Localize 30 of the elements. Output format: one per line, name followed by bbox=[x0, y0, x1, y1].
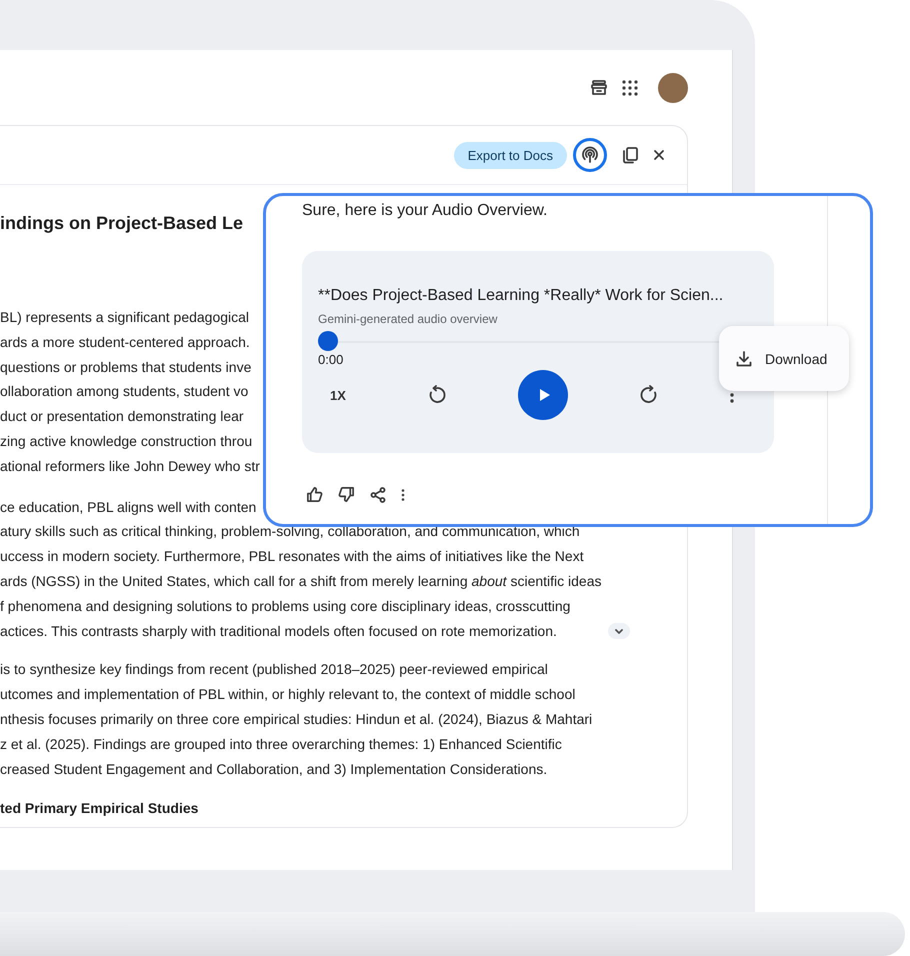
thumbs-up-icon[interactable] bbox=[306, 486, 323, 503]
document-title: indings on Project-Based Le bbox=[0, 212, 244, 235]
play-icon bbox=[537, 388, 552, 402]
forward-10-icon[interactable] bbox=[638, 385, 659, 405]
avatar[interactable] bbox=[658, 72, 688, 102]
expand-button[interactable] bbox=[608, 623, 630, 640]
download-icon bbox=[735, 350, 753, 368]
paragraph: BL) represents a significant pedagogical ards a more student-centered approach. questions or problems that students inve ollaboration among students, student vo duct or presentation demonstrating lear zing active knowledge construction throu ational reformers like John Dewey who str bbox=[0, 308, 260, 476]
progress-thumb[interactable] bbox=[318, 331, 338, 351]
copy-icon[interactable] bbox=[621, 146, 639, 164]
export-to-docs-button[interactable]: Export to Docs bbox=[454, 142, 567, 168]
response-text: Sure, here is your Audio Overview. bbox=[302, 201, 548, 221]
close-icon[interactable] bbox=[653, 149, 665, 161]
paragraph: ce education, PBL aligns well with conten atury skills such as critical thinking, problem-solving, collaboration, and communication, which uccess in modern society. Furthermore, PBL resonates with the aims of initiatives like the Next ards (NGSS) in the United States, which call for a shift from merely learning about scientific ideas f phenomena and designing solutions to problems using core disciplinary ideas, crosscutting actices. This contrasts sharply with traditional models often focused on rote memorization. bbox=[0, 498, 602, 641]
audio-subtitle: Gemini-generated audio overview bbox=[318, 311, 498, 327]
paragraph: is to synthesize key findings from recent (published 2018–2025) peer-reviewed empirical utcomes and implementation of PBL within, or highly relevant to, the context of middle school nthesis focuses primarily on three core empirical studies: Hindun et al. (2024), Biazus & Mahtari z et al. (2025). Findings are grouped into three overarching themes: 1) Enhanced Scientific creased Student Engagement and Collaboration, and 3) Implementation Considerations. bbox=[0, 660, 592, 779]
section-heading: ted Primary Empirical Studies bbox=[0, 799, 200, 818]
archive-icon[interactable] bbox=[590, 78, 608, 96]
replay-10-icon[interactable] bbox=[426, 385, 447, 405]
chevron-down-icon bbox=[614, 628, 622, 634]
apps-grid-icon[interactable] bbox=[622, 80, 638, 96]
audio-title: **Does Project-Based Learning *Really* Work for Scien... bbox=[318, 286, 724, 306]
podcast-button[interactable] bbox=[573, 138, 607, 172]
share-icon[interactable] bbox=[370, 486, 386, 502]
thumbs-down-icon[interactable] bbox=[338, 486, 355, 503]
more-icon[interactable] bbox=[401, 488, 405, 500]
podcast-icon bbox=[581, 146, 599, 164]
playback-speed-button[interactable]: 1X bbox=[330, 388, 356, 402]
menu-item[interactable]: Download bbox=[765, 350, 828, 366]
elapsed-time: 0:00 bbox=[318, 352, 344, 368]
